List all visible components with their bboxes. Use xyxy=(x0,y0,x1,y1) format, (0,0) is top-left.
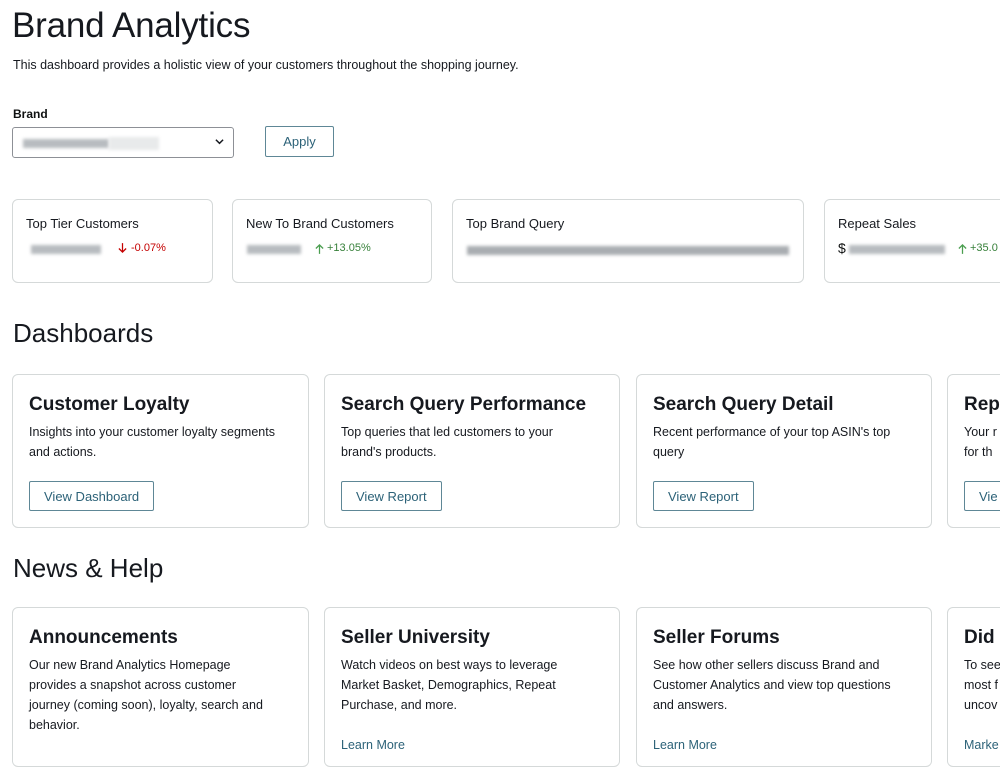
card-title: Did xyxy=(964,627,995,648)
card-description: To see most f uncov xyxy=(964,658,1000,712)
card-title: Customer Loyalty xyxy=(29,394,190,415)
view-button[interactable]: Vie xyxy=(964,481,1000,511)
brand-select[interactable] xyxy=(12,127,234,158)
redacted-brand-value xyxy=(23,139,109,148)
page-title: Brand Analytics xyxy=(12,6,251,45)
view-dashboard-button[interactable]: View Dashboard xyxy=(29,481,155,511)
redacted-metric-value xyxy=(247,245,301,254)
redacted-top-query xyxy=(467,246,789,255)
card-title: Search Query Detail xyxy=(653,394,834,415)
redacted-brand-value-fade xyxy=(109,137,159,150)
news-card-seller-university: Seller University Watch videos on best w… xyxy=(324,607,620,767)
page-subtitle: This dashboard provides a holistic view … xyxy=(13,58,519,72)
news-card-did-you-know: Did To see most f uncov Marke xyxy=(947,607,1000,767)
dashboard-card-search-query-detail: Search Query Detail Recent performance o… xyxy=(636,374,932,528)
metric-delta: -0.07% xyxy=(131,242,166,254)
card-description: See how other sellers discuss Brand and … xyxy=(653,658,891,712)
view-report-button[interactable]: View Report xyxy=(653,481,754,511)
view-report-button[interactable]: View Report xyxy=(341,481,442,511)
card-title: Seller University xyxy=(341,627,490,648)
apply-button[interactable]: Apply xyxy=(265,126,334,157)
metric-title: Repeat Sales xyxy=(838,216,917,231)
metric-delta: +13.05% xyxy=(327,242,371,254)
dashboard-card-repeat: Rep Your r for th Vie xyxy=(947,374,1000,528)
metric-card-new-to-brand: New To Brand Customers +13.05% xyxy=(232,199,432,283)
card-description: Your r for th xyxy=(964,425,997,459)
redacted-metric-value xyxy=(31,245,101,254)
dashboards-heading: Dashboards xyxy=(13,318,154,348)
brand-label: Brand xyxy=(13,107,48,121)
news-help-heading: News & Help xyxy=(13,553,164,583)
card-description: Top queries that led customers to your b… xyxy=(341,425,553,459)
card-title: Announcements xyxy=(29,627,178,648)
card-description: Insights into your customer loyalty segm… xyxy=(29,425,275,459)
news-card-seller-forums: Seller Forums See how other sellers disc… xyxy=(636,607,932,767)
metric-title: Top Brand Query xyxy=(466,216,565,231)
metric-card-top-tier-customers: Top Tier Customers -0.07% xyxy=(12,199,213,283)
card-title: Search Query Performance xyxy=(341,394,587,415)
arrow-up-icon xyxy=(315,244,324,254)
arrow-up-icon xyxy=(958,244,967,254)
card-title: Rep xyxy=(964,394,1000,415)
dashboard-card-customer-loyalty: Customer Loyalty Insights into your cust… xyxy=(12,374,309,528)
metric-delta: +35.0 xyxy=(970,242,998,254)
card-description: Our new Brand Analytics Homepage provide… xyxy=(29,658,263,732)
news-card-announcements: Announcements Our new Brand Analytics Ho… xyxy=(12,607,309,767)
metric-value-prefix: $ xyxy=(838,240,846,256)
metric-title: Top Tier Customers xyxy=(26,216,139,231)
arrow-down-icon xyxy=(118,243,127,253)
dashboard-card-search-query-performance: Search Query Performance Top queries tha… xyxy=(324,374,620,528)
card-description: Recent performance of your top ASIN's to… xyxy=(653,425,891,459)
card-description: Watch videos on best ways to leverage Ma… xyxy=(341,658,558,712)
metric-title: New To Brand Customers xyxy=(246,216,394,231)
metric-card-repeat-sales: Repeat Sales $ +35.0 xyxy=(824,199,1000,283)
metric-card-top-brand-query: Top Brand Query xyxy=(452,199,804,283)
chevron-down-icon xyxy=(215,139,224,145)
card-title: Seller Forums xyxy=(653,627,780,648)
redacted-metric-value xyxy=(849,245,945,254)
